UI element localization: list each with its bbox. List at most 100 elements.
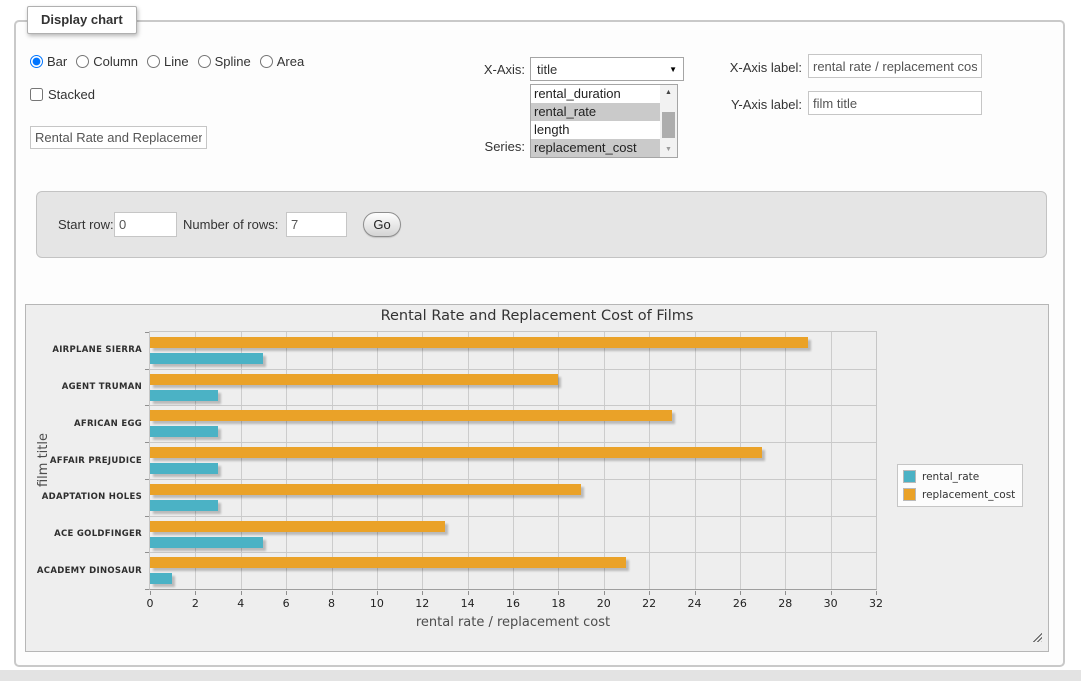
scrollbar[interactable]: ▲ ▼ — [660, 85, 677, 157]
rental-rate-swatch — [903, 470, 916, 483]
x-axis-select[interactable]: title ▼ — [530, 57, 684, 81]
y-axis-label-input[interactable] — [808, 91, 982, 115]
chart-type-radio-label: Line — [164, 54, 189, 69]
bar-rental_rate — [150, 426, 218, 437]
chart-type-radio-label: Area — [277, 54, 304, 69]
category-label: AFRICAN EGG — [30, 419, 142, 429]
x-tick — [241, 591, 242, 595]
band-separator — [150, 369, 876, 370]
gridline — [785, 332, 786, 589]
start-row-label: Start row: — [58, 217, 114, 232]
resize-handle-icon[interactable] — [1031, 631, 1042, 642]
gridline — [468, 332, 469, 589]
x-tick-label: 22 — [636, 597, 662, 610]
x-tick — [785, 591, 786, 595]
y-tick — [145, 589, 149, 590]
y-tick — [145, 552, 149, 553]
chart-type-option-line: Line — [147, 54, 189, 69]
y-axis-label-caption: Y-Axis label: — [692, 97, 802, 112]
x-tick-label: 16 — [500, 597, 526, 610]
scroll-up-icon[interactable]: ▲ — [660, 85, 677, 100]
series-option-rental_rate[interactable]: rental_rate — [531, 103, 660, 121]
gridline — [422, 332, 423, 589]
x-tick — [876, 591, 877, 595]
chart-type-option-column: Column — [76, 54, 138, 69]
legend-item: rental_rate — [903, 470, 1015, 483]
bar-replacement_cost — [150, 521, 445, 532]
chart-type-radio-label: Column — [93, 54, 138, 69]
band-separator — [150, 479, 876, 480]
bar-rental_rate — [150, 390, 218, 401]
chart-x-axis-title: rental rate / replacement cost — [149, 615, 877, 630]
chart-legend: rental_rate replacement_cost — [897, 464, 1023, 507]
gridline — [649, 332, 650, 589]
x-axis-select-value: title — [537, 62, 557, 77]
bar-replacement_cost — [150, 410, 672, 421]
x-tick — [604, 591, 605, 595]
bar-replacement_cost — [150, 374, 558, 385]
fieldset-legend: Display chart — [27, 6, 137, 34]
chart-title: Rental Rate and Replacement Cost of Film… — [26, 308, 1048, 324]
y-tick — [145, 479, 149, 480]
x-tick-label: 4 — [228, 597, 254, 610]
chart-plot: AIRPLANE SIERRAAGENT TRUMANAFRICAN EGGAF… — [149, 331, 877, 590]
chart-type-option-area: Area — [260, 54, 304, 69]
x-tick — [422, 591, 423, 595]
chart-type-radio-area[interactable] — [260, 55, 273, 68]
replacement-cost-swatch — [903, 488, 916, 501]
scrollbar-thumb[interactable] — [662, 112, 675, 138]
series-multiselect[interactable]: rental_durationrental_ratelengthreplacem… — [530, 84, 678, 158]
y-tick — [145, 332, 149, 333]
gridline — [286, 332, 287, 589]
category-label: AGENT TRUMAN — [30, 382, 142, 392]
number-of-rows-label: Number of rows: — [183, 217, 278, 232]
x-tick — [740, 591, 741, 595]
stacked-checkbox[interactable] — [30, 88, 43, 101]
chart-title-input[interactable] — [30, 126, 207, 149]
x-tick — [513, 591, 514, 595]
bar-rental_rate — [150, 500, 218, 511]
page-bottom-strip — [0, 670, 1081, 681]
x-axis-label: X-Axis: — [425, 62, 525, 77]
category-label: AIRPLANE SIERRA — [30, 345, 142, 355]
x-tick-label: 20 — [591, 597, 617, 610]
chart-type-radio-spline[interactable] — [198, 55, 211, 68]
chart-type-radio-column[interactable] — [76, 55, 89, 68]
chart-type-radio-line[interactable] — [147, 55, 160, 68]
chart-type-radio-bar[interactable] — [30, 55, 43, 68]
gridline — [513, 332, 514, 589]
chart-type-option-bar: Bar — [30, 54, 67, 69]
category-label: AFFAIR PREJUDICE — [30, 456, 142, 466]
x-tick — [195, 591, 196, 595]
band-separator — [150, 442, 876, 443]
go-button[interactable]: Go — [363, 212, 401, 237]
number-of-rows-input[interactable] — [286, 212, 347, 237]
series-option-replacement_cost[interactable]: replacement_cost — [531, 139, 660, 157]
x-tick-label: 6 — [273, 597, 299, 610]
bar-rental_rate — [150, 537, 263, 548]
scroll-down-icon[interactable]: ▼ — [660, 142, 677, 157]
x-tick — [332, 591, 333, 595]
chart-type-radio-label: Spline — [215, 54, 251, 69]
gridline — [241, 332, 242, 589]
x-axis-label-input[interactable] — [808, 54, 982, 78]
band-separator — [150, 552, 876, 553]
series-option-rental_duration[interactable]: rental_duration — [531, 85, 660, 103]
x-axis-label-caption: X-Axis label: — [692, 60, 802, 75]
x-tick — [150, 591, 151, 595]
gridline — [695, 332, 696, 589]
bar-rental_rate — [150, 573, 172, 584]
category-label: ADAPTATION HOLES — [30, 492, 142, 502]
x-tick — [558, 591, 559, 595]
start-row-input[interactable] — [114, 212, 177, 237]
series-option-length[interactable]: length — [531, 121, 660, 139]
x-tick-label: 10 — [364, 597, 390, 610]
y-tick — [145, 405, 149, 406]
stacked-checkbox-row: Stacked — [30, 87, 95, 102]
x-tick-label: 32 — [863, 597, 889, 610]
x-tick — [831, 591, 832, 595]
x-tick-label: 0 — [137, 597, 163, 610]
gridline — [195, 332, 196, 589]
bar-replacement_cost — [150, 557, 626, 568]
gridline — [558, 332, 559, 589]
